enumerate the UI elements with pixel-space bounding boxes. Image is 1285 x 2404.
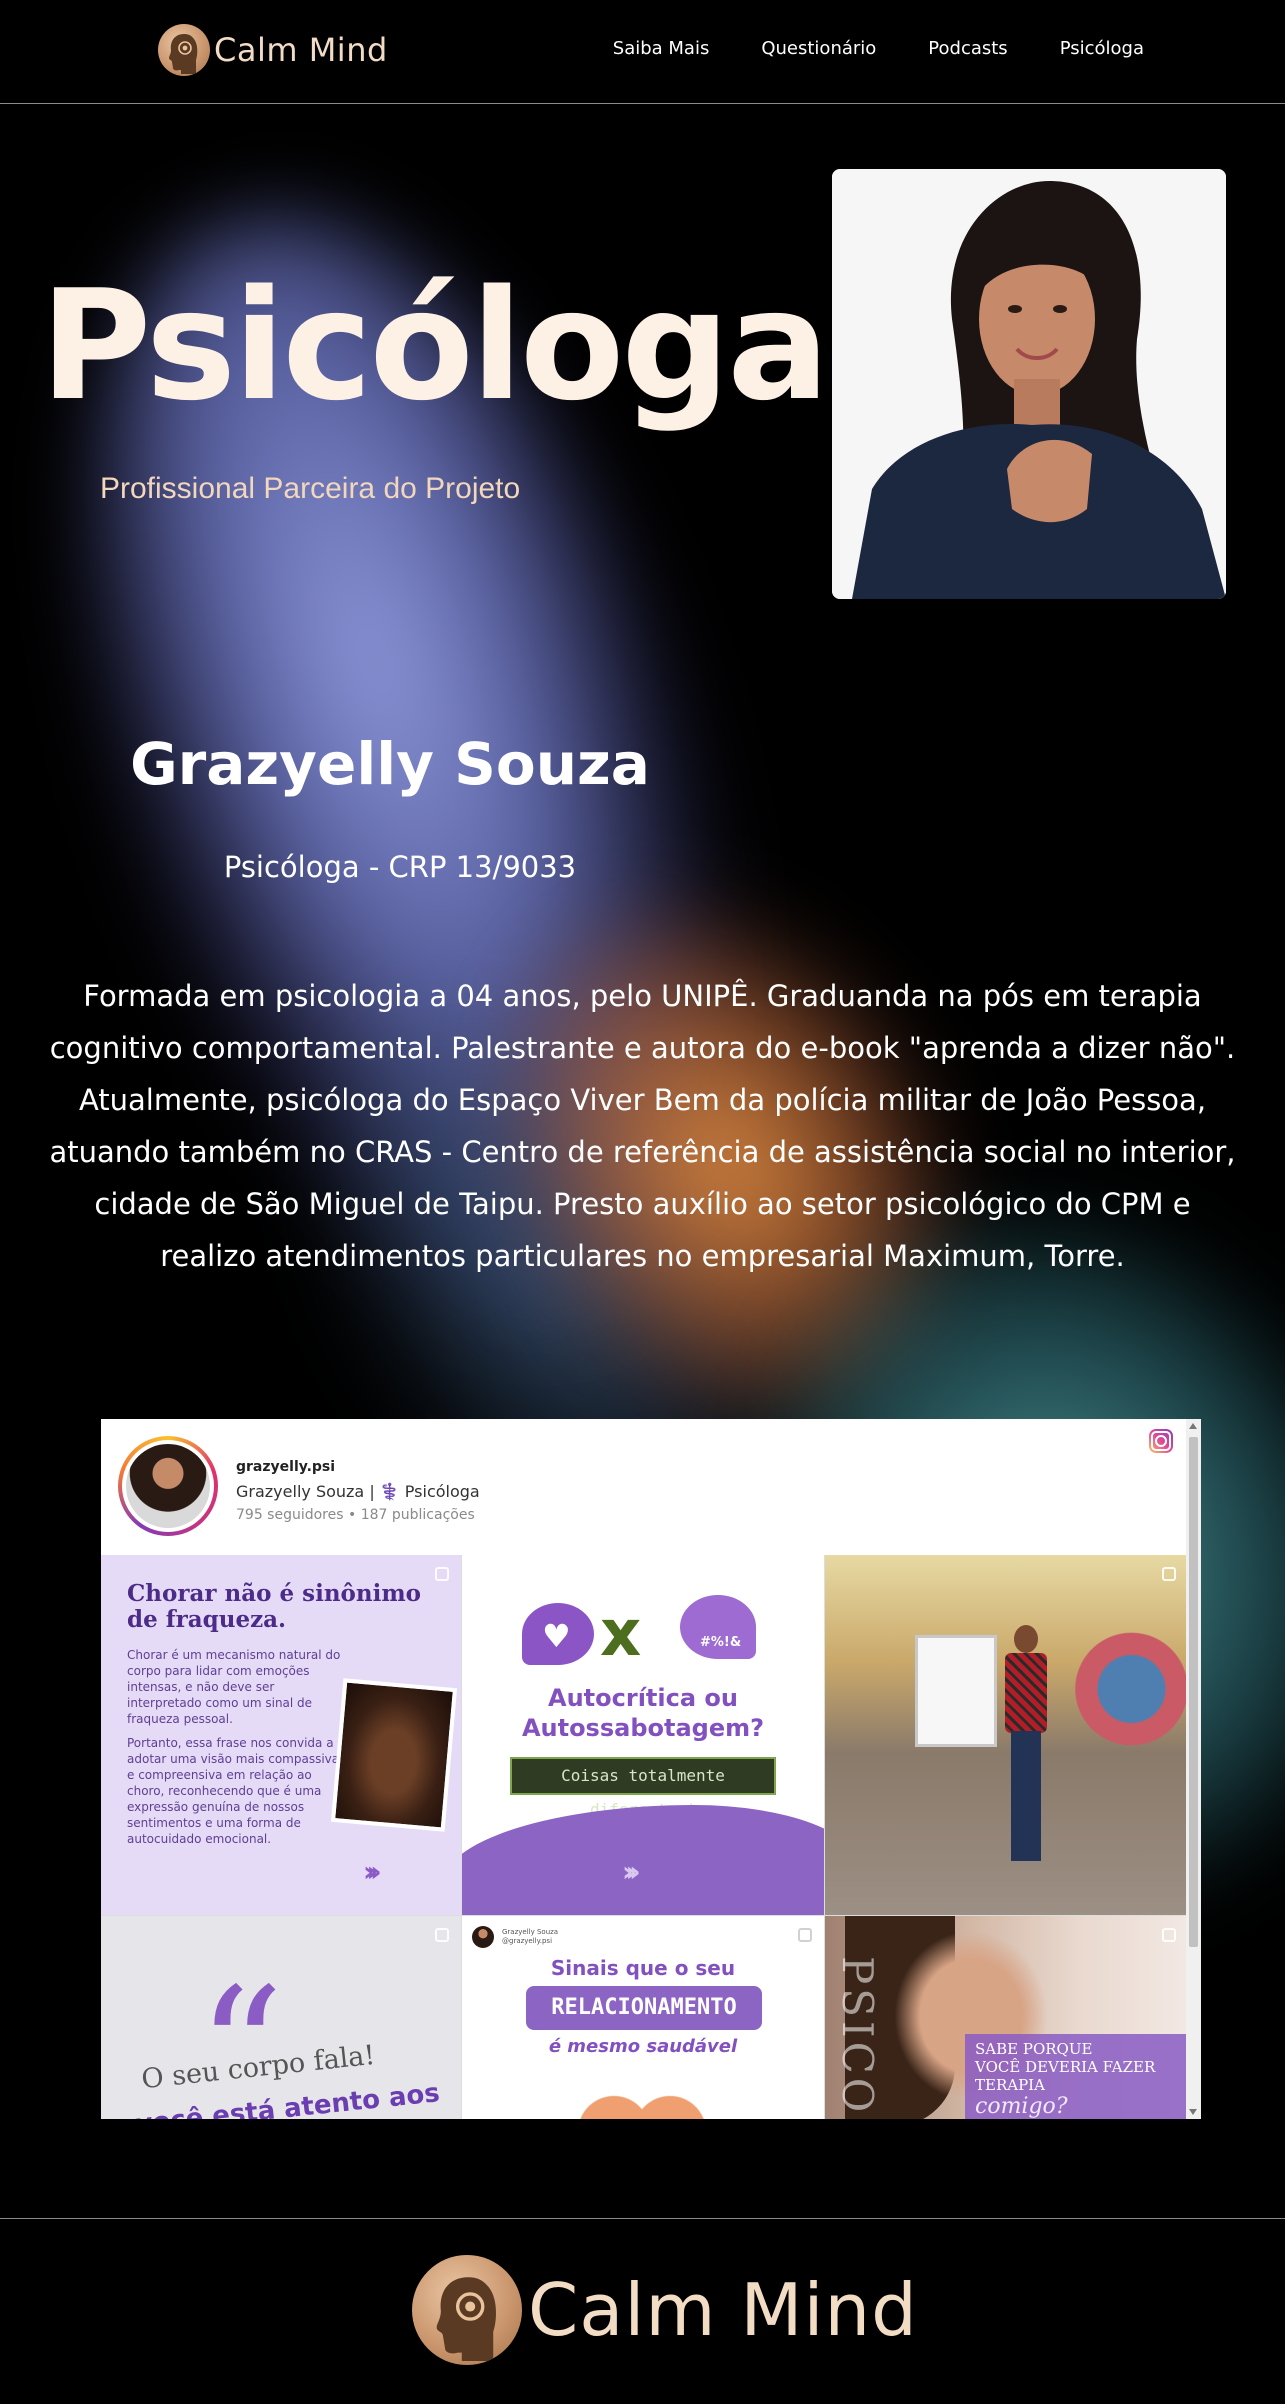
heart-hands-image (572, 2066, 712, 2119)
post-body: Portanto, essa frase nos convida a adota… (127, 1736, 340, 1846)
head-brain-icon (158, 24, 210, 76)
instagram-post-grid: Chorar não é sinônimo de fraqueza. Chora… (101, 1555, 1188, 2119)
instagram-post[interactable]: “ O seu corpo fala! você está atento aos (101, 1916, 461, 2119)
post-body: Chorar é um mecanismo natural do corpo p… (127, 1648, 341, 1726)
avatar[interactable] (118, 1436, 218, 1536)
widget-scrollbar[interactable] (1186, 1419, 1201, 2119)
page-subtitle: Profissional Parceira do Projeto (100, 472, 521, 505)
post-title: Chorar não é sinônimo de fraqueza. (127, 1580, 422, 1633)
main-nav: Saiba Mais Questionário Podcasts Psicólo… (613, 38, 1144, 59)
post-symbols: #%!& (700, 1635, 742, 1650)
post-decoration (462, 1805, 824, 1915)
scrollbar-thumb[interactable] (1189, 1437, 1198, 1947)
nav-psicologa[interactable]: Psicóloga (1060, 38, 1144, 59)
post-title: Sinais que o seu (550, 1956, 736, 1980)
instagram-feed-widget[interactable]: grazyelly.psi Grazyelly Souza | ⚕️ Psicó… (101, 1419, 1201, 2119)
post-subtitle: é mesmo saudável (548, 2036, 738, 2057)
whiteboard-image (915, 1635, 997, 1747)
nav-questionario[interactable]: Questionário (761, 38, 876, 59)
post-author: Grazyelly Souza @grazyelly.psi (502, 1928, 559, 1945)
psychologist-name: Grazyelly Souza (130, 730, 650, 798)
scroll-up-arrow-icon[interactable] (1189, 1423, 1197, 1429)
nav-saiba-mais[interactable]: Saiba Mais (613, 38, 710, 59)
multi-image-icon (1162, 1567, 1176, 1581)
instagram-username[interactable]: grazyelly.psi (236, 1459, 335, 1475)
x-icon: x (600, 1597, 642, 1671)
avatar (472, 1926, 494, 1948)
scroll-down-arrow-icon[interactable] (1189, 2109, 1197, 2115)
heart-icon: ♥ (542, 1617, 571, 1655)
site-header: Calm Mind Saiba Mais Questionário Podcas… (0, 0, 1285, 104)
post-caption: Coisas totalmente diferentes! (510, 1757, 776, 1819)
page-title: Psicóloga (40, 257, 830, 434)
head-silhouette-icon (169, 34, 198, 74)
multi-image-icon (798, 1928, 812, 1942)
instagram-stats: 795 seguidores • 187 publicações (236, 1507, 475, 1523)
post-watermark: PSICO (833, 1956, 882, 2117)
post-highlight: RELACIONAMENTO (526, 1986, 762, 2030)
psychologist-crp: Psicóloga - CRP 13/9033 (223, 850, 577, 884)
site-footer: Calm Mind (0, 2218, 1285, 2404)
instagram-icon[interactable] (1149, 1429, 1173, 1453)
psychologist-photo (832, 169, 1226, 599)
post-label: SABE PORQUE VOCÊ DEVERIA FAZER TERAPIA c… (965, 2034, 1188, 2119)
chevrons-icon: ››› (622, 1855, 640, 1888)
instagram-post[interactable] (825, 1555, 1188, 1915)
head-silhouette-icon (436, 2277, 496, 2361)
nav-podcasts[interactable]: Podcasts (928, 38, 1007, 59)
footer-logo[interactable]: Calm Mind (412, 2255, 918, 2365)
person-image (1001, 1625, 1051, 1885)
psychologist-bio: Formada em psicologia a 04 anos, pelo UN… (49, 979, 1236, 1273)
head-brain-icon (412, 2255, 522, 2365)
instagram-post[interactable]: ♥ x #%!& Autocrítica ou Autossabotagem? … (462, 1555, 824, 1915)
hero-section: Psicóloga Profissional Parceira do Proje… (0, 105, 1285, 2218)
post-title: Autocrítica ou Autossabotagem? (521, 1684, 765, 1742)
multi-image-icon (435, 1928, 449, 1942)
post-image (330, 1678, 458, 1832)
decoration-image (1075, 1625, 1188, 1785)
header-logo[interactable]: Calm Mind (158, 24, 388, 76)
multi-image-icon (1162, 1928, 1176, 1942)
portrait-image (832, 169, 1226, 599)
footer-logo-text: Calm Mind (528, 2268, 918, 2352)
instagram-display-name: Grazyelly Souza | ⚕️ Psicóloga (236, 1482, 480, 1501)
instagram-post[interactable]: PSICO SABE PORQUE VOCÊ DEVERIA FAZER TER… (825, 1916, 1188, 2119)
instagram-post[interactable]: Grazyelly Souza @grazyelly.psi Sinais qu… (462, 1916, 824, 2119)
logo-text: Calm Mind (214, 31, 388, 69)
instagram-profile-header: grazyelly.psi Grazyelly Souza | ⚕️ Psicó… (101, 1419, 1184, 1555)
chevrons-icon: ››› (363, 1855, 381, 1888)
instagram-post[interactable]: Chorar não é sinônimo de fraqueza. Chora… (101, 1555, 461, 1915)
multi-image-icon (435, 1567, 449, 1581)
